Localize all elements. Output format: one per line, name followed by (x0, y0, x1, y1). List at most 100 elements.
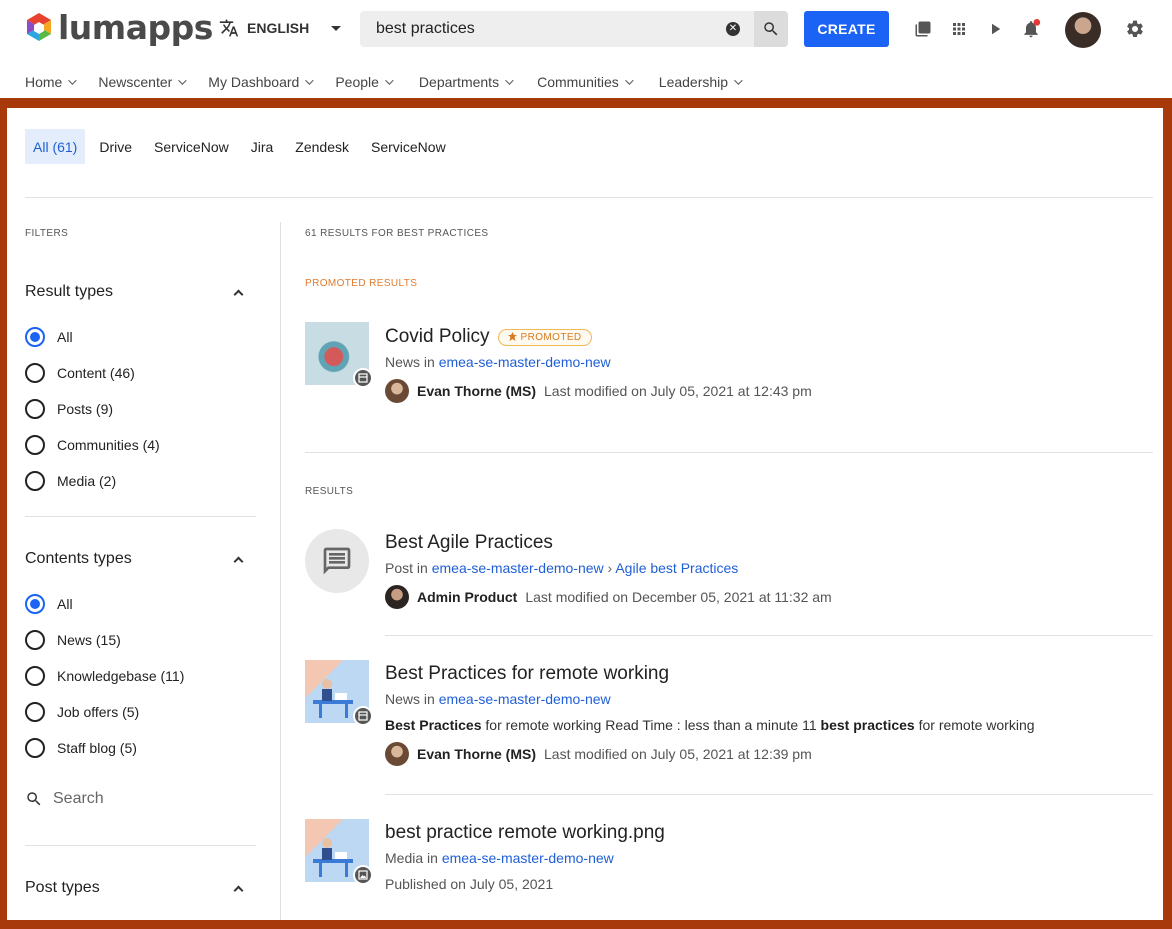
clear-search-icon[interactable]: ✕ (726, 22, 740, 36)
modified-date: Last modified on December 05, 2021 at 11… (525, 589, 832, 605)
tab-servicenow-2[interactable]: ServiceNow (363, 129, 454, 164)
results-label: RESULTS (305, 486, 354, 497)
radio-icon (25, 738, 45, 758)
radio-result-content[interactable]: Content (46) (25, 355, 256, 391)
lumapps-logo-icon (27, 13, 51, 41)
filters-label: FILTERS (25, 228, 69, 239)
author-name[interactable]: Admin Product (417, 589, 517, 605)
content-type-search[interactable]: Search (25, 790, 256, 808)
result-excerpt: Best Practices for remote working Read T… (385, 717, 1035, 733)
notifications-icon[interactable] (1021, 19, 1041, 39)
result-body: Best Practices for remote working News i… (385, 663, 1153, 766)
nav-item-leadership[interactable]: Leadership (659, 74, 743, 90)
radio-icon (25, 363, 45, 383)
filter-divider (25, 845, 256, 846)
top-bar: lumapps ENGLISH ✕ CREATE (0, 0, 1172, 58)
logo-text: lumapps (58, 8, 213, 47)
settings-gear-icon[interactable] (1125, 19, 1145, 39)
user-avatar[interactable] (1065, 12, 1101, 48)
create-button[interactable]: CREATE (804, 11, 889, 47)
radio-result-all[interactable]: All (25, 319, 256, 355)
comment-icon (323, 547, 351, 575)
result-title[interactable]: Best Practices for remote working (385, 663, 669, 685)
author-name[interactable]: Evan Thorne (MS) (417, 746, 536, 762)
nav-item-communities[interactable]: Communities (537, 74, 634, 90)
result-divider (385, 794, 1153, 795)
radio-content-staff-blog[interactable]: Staff blog (5) (25, 730, 256, 766)
radio-result-media[interactable]: Media (2) (25, 463, 256, 499)
radio-icon (25, 666, 45, 686)
published-date: Published on July 05, 2021 (385, 876, 554, 892)
author-avatar[interactable] (385, 742, 409, 766)
lumapps-logo[interactable]: lumapps (24, 8, 213, 47)
main-navigation: Home Newscenter My Dashboard People Depa… (25, 74, 764, 90)
tab-zendesk[interactable]: Zendesk (287, 129, 357, 164)
result-location-link[interactable]: emea-se-master-demo-new (439, 354, 611, 370)
chevron-down-icon (331, 25, 342, 31)
author-avatar[interactable] (385, 585, 409, 609)
result-types-options: All Content (46) Posts (9) Communities (… (25, 319, 256, 499)
chevron-down-icon (178, 76, 187, 85)
search-input[interactable] (360, 11, 726, 47)
nav-item-home[interactable]: Home (25, 74, 78, 90)
radio-icon (25, 702, 45, 722)
result-types-header[interactable]: Result types (25, 283, 256, 301)
tab-jira[interactable]: Jira (243, 129, 282, 164)
tab-drive[interactable]: Drive (91, 129, 140, 164)
promoted-badge: PROMOTED (497, 328, 592, 346)
source-tabs: All (61) Drive ServiceNow Jira Zendesk S… (25, 129, 460, 164)
apps-grid-icon[interactable] (949, 19, 969, 39)
content-types-header[interactable]: Contents types (25, 550, 256, 568)
radio-icon (25, 399, 45, 419)
chevron-down-icon (624, 76, 634, 85)
radio-content-all[interactable]: All (25, 586, 256, 622)
result-types-title: Result types (25, 283, 114, 300)
nav-item-newscenter[interactable]: Newscenter (98, 74, 187, 90)
radio-result-posts[interactable]: Posts (9) (25, 391, 256, 427)
library-icon[interactable] (913, 19, 933, 39)
language-label: ENGLISH (247, 20, 310, 36)
nav-item-my-dashboard[interactable]: My Dashboard (208, 74, 314, 90)
result-location-link[interactable]: emea-se-master-demo-new (432, 560, 604, 576)
radio-content-job-offers[interactable]: Job offers (5) (25, 694, 256, 730)
result-title[interactable]: best practice remote working.png (385, 822, 665, 844)
tab-all[interactable]: All (61) (25, 129, 86, 164)
result-body: best practice remote working.png Media i… (385, 822, 1153, 892)
results-column: 61 RESULTS FOR BEST PRACTICES PROMOTED R… (305, 228, 1153, 892)
play-icon[interactable] (985, 19, 1005, 39)
result-body: Best Agile Practices Post in emea-se-mas… (385, 532, 1153, 609)
author-avatar[interactable] (385, 379, 409, 403)
radio-result-communities[interactable]: Communities (4) (25, 427, 256, 463)
result-title[interactable]: Best Agile Practices (385, 532, 553, 554)
news-icon (353, 368, 373, 388)
post-types-header[interactable]: Post types (25, 879, 256, 897)
radio-content-news[interactable]: News (15) (25, 622, 256, 658)
translate-icon (219, 19, 239, 37)
section-divider (305, 452, 1153, 453)
modified-date: Last modified on July 05, 2021 at 12:39 … (544, 746, 812, 762)
nav-item-people[interactable]: People (335, 74, 394, 90)
search-button[interactable] (754, 11, 788, 47)
tab-servicenow[interactable]: ServiceNow (146, 129, 237, 164)
result-location-link[interactable]: emea-se-master-demo-new (439, 691, 611, 707)
radio-content-knowledgebase[interactable]: Knowledgebase (11) (25, 658, 256, 694)
post-thumbnail (305, 529, 369, 593)
chevron-down-icon (305, 76, 314, 85)
news-icon (353, 706, 373, 726)
nav-item-departments[interactable]: Departments (419, 74, 514, 90)
chevron-up-icon (233, 885, 244, 895)
result-location-link[interactable]: emea-se-master-demo-new (442, 850, 614, 866)
result-sublocation-link[interactable]: Agile best Practices (615, 560, 738, 576)
author-name[interactable]: Evan Thorne (MS) (417, 383, 536, 399)
filter-divider (25, 516, 256, 517)
radio-icon (25, 327, 45, 347)
search-icon (27, 792, 41, 806)
results-count: 61 RESULTS FOR BEST PRACTICES (305, 228, 489, 239)
column-divider (280, 222, 281, 920)
search-placeholder: Search (53, 790, 104, 807)
result-title[interactable]: Covid Policy (385, 326, 490, 348)
promoted-icon (507, 332, 517, 341)
content-types-options: All News (15) Knowledgebase (11) Job off… (25, 586, 256, 766)
breadcrumb-chevron-icon: › (607, 560, 613, 576)
language-selector[interactable]: ENGLISH (219, 18, 342, 38)
